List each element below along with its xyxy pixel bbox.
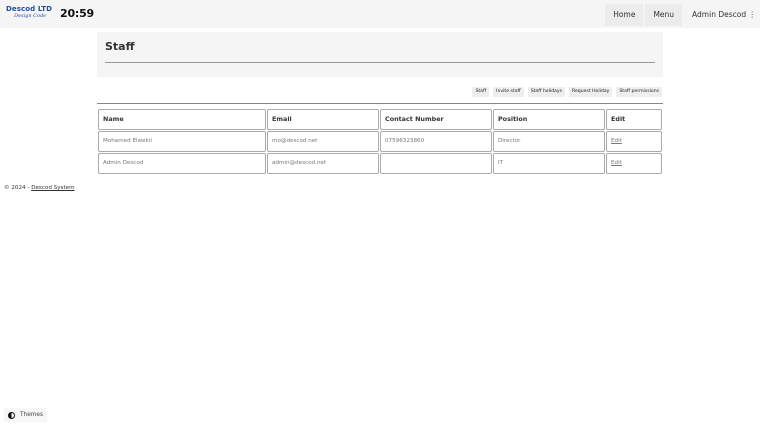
footer-link[interactable]: Descod System [31,185,74,191]
subnav-staff-holidays[interactable]: Staff holidays [527,87,565,97]
page-header: Staff [97,32,663,77]
user-name: Admin Descod [692,10,747,19]
table-divider [97,103,663,104]
cell-edit: Edit [606,153,662,174]
cell-name: Mohamed Elwekil [98,131,266,152]
clock: 20:59 [60,7,95,20]
column-header-name: Name [98,109,266,130]
edit-link[interactable]: Edit [611,160,622,166]
staff-table: Name Email Contact Number Position Edit … [98,109,662,175]
page-title: Staff [105,40,135,53]
nav-user-menu[interactable]: Admin Descod ⋮ [684,4,760,26]
subnav-staff-permissions[interactable]: Staff permissions [616,87,662,97]
cell-contact: 07596323860 [380,131,492,152]
cell-email: mo@descod.net [267,131,379,152]
subnav-staff[interactable]: Staff [472,87,490,97]
nav-menu[interactable]: Menu [645,4,683,26]
column-header-edit: Edit [606,109,662,130]
edit-link[interactable]: Edit [611,138,622,144]
copyright-text: © 2024 - [4,185,30,191]
column-header-position: Position [493,109,605,130]
themes-button[interactable]: Themes [4,408,48,422]
half-circle-icon [8,411,15,419]
subnav-invite-staff[interactable]: Invite staff [493,87,524,97]
column-header-email: Email [267,109,379,130]
cell-position: Director [493,131,605,152]
top-bar: Descod LTD Design Code 20:59 Home Menu A… [0,0,760,28]
footer: © 2024 - Descod System [4,185,75,191]
table-row: Admin Descod admin@descod.net IT Edit [98,153,662,174]
table-header-row: Name Email Contact Number Position Edit [98,109,662,130]
cell-position: IT [493,153,605,174]
column-header-contact: Contact Number [380,109,492,130]
logo-text: Descod LTD [6,5,53,13]
staff-subnav: Staff Invite staff Staff holidays Reques… [468,87,662,97]
cell-name: Admin Descod [98,153,266,174]
kebab-icon: ⋮ [748,10,757,19]
themes-label: Themes [20,412,44,418]
header-divider [105,62,655,63]
brand-logo[interactable]: Descod LTD Design Code [6,5,56,23]
logo-tagline: Design Code [14,13,47,19]
subnav-request-holiday[interactable]: Request Holiday [568,87,613,97]
nav-home[interactable]: Home [605,4,644,26]
table-row: Mohamed Elwekil mo@descod.net 0759632386… [98,131,662,152]
cell-email: admin@descod.net [267,153,379,174]
cell-contact [380,153,492,174]
cell-edit: Edit [606,131,662,152]
top-nav: Home Menu Admin Descod ⋮ [603,4,760,26]
